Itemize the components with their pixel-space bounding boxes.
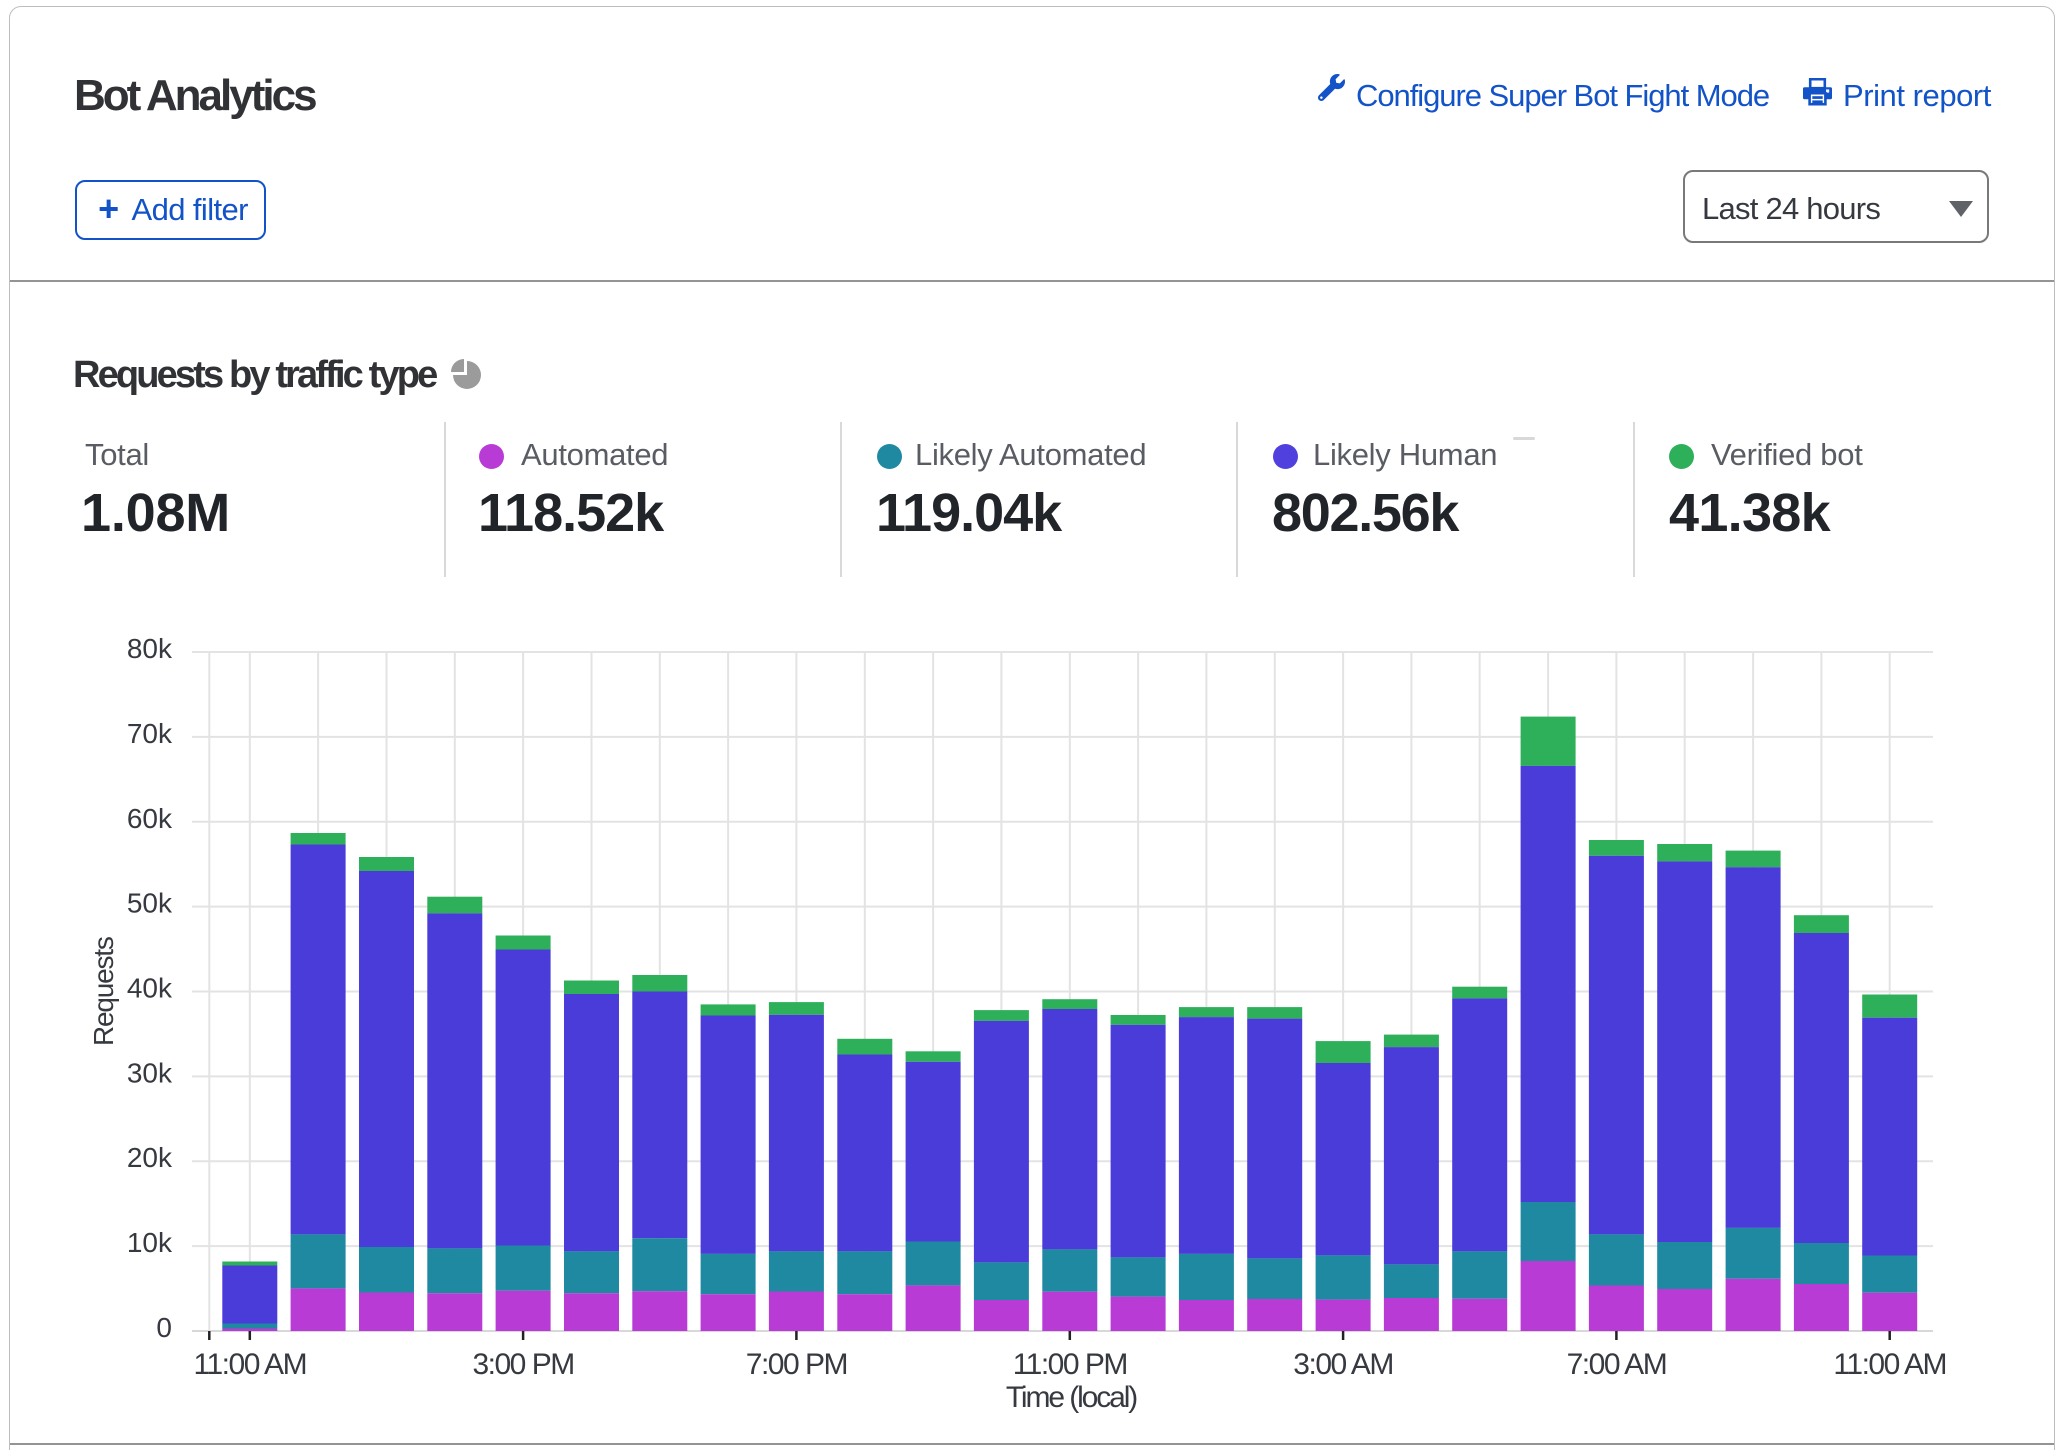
svg-text:60k: 60k bbox=[127, 803, 173, 834]
svg-text:80k: 80k bbox=[127, 633, 173, 664]
svg-text:10k: 10k bbox=[127, 1227, 173, 1258]
svg-text:50k: 50k bbox=[127, 888, 173, 919]
svg-text:7:00 AM: 7:00 AM bbox=[1567, 1348, 1667, 1381]
svg-text:20k: 20k bbox=[127, 1142, 173, 1173]
svg-text:70k: 70k bbox=[127, 718, 173, 749]
svg-text:30k: 30k bbox=[127, 1057, 173, 1088]
svg-text:3:00 AM: 3:00 AM bbox=[1293, 1348, 1393, 1381]
svg-text:11:00 AM: 11:00 AM bbox=[1833, 1348, 1946, 1381]
svg-text:11:00 AM: 11:00 AM bbox=[194, 1348, 307, 1381]
svg-text:40k: 40k bbox=[127, 973, 173, 1004]
svg-text:3:00 PM: 3:00 PM bbox=[472, 1348, 573, 1381]
svg-text:0: 0 bbox=[156, 1312, 172, 1343]
svg-text:7:00 PM: 7:00 PM bbox=[746, 1348, 847, 1381]
svg-text:11:00 PM: 11:00 PM bbox=[1013, 1348, 1127, 1381]
